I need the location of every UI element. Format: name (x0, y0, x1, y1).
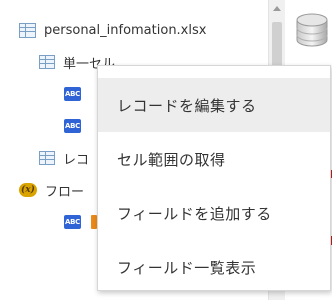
menu-item-list-fields[interactable]: フィールド一覧表示 (98, 240, 330, 294)
menu-item-get-cell-range[interactable]: セル範囲の取得 (98, 132, 330, 186)
spreadsheet-icon (39, 55, 55, 69)
tree-item-workbook[interactable]: personal_infomation.xlsx (19, 17, 206, 43)
database-icon (296, 13, 328, 47)
tree-item-field-2[interactable]: ABC (64, 113, 89, 139)
tree-item-label: personal_infomation.xlsx (44, 22, 207, 38)
abc-text-icon: ABC (64, 215, 81, 229)
scroll-up-arrow-icon[interactable] (273, 6, 281, 11)
menu-item-add-field[interactable]: フィールドを追加する (98, 186, 330, 240)
app-root: personal_infomation.xlsx 単一セル ABC ABC レコ… (0, 0, 332, 300)
tree-item-field-1[interactable]: ABC (64, 81, 89, 107)
menu-item-edit-record[interactable]: レコードを編集する (98, 78, 330, 132)
tree-item-label: フロー (45, 184, 85, 200)
spreadsheet-icon (39, 151, 55, 165)
variable-icon: (x) (19, 183, 37, 197)
tree-item-field-3[interactable]: ABC (64, 209, 89, 235)
context-menu: レコードを編集する セル範囲の取得 フィールドを追加する フィールド一覧表示 (97, 65, 331, 291)
tree-item-record[interactable]: レコ (39, 145, 89, 171)
abc-text-icon: ABC (64, 119, 81, 133)
spreadsheet-icon (19, 22, 36, 38)
tree-item-label: レコ (63, 152, 90, 168)
tree-item-flow-variable[interactable]: (x) フロー (19, 177, 84, 203)
abc-text-icon: ABC (64, 87, 81, 101)
